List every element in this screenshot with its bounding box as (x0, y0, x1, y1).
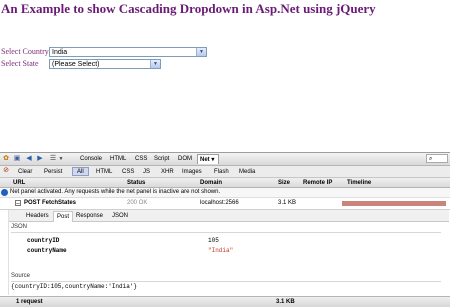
filter-persist[interactable]: Persist (44, 168, 62, 176)
source-title: Source (11, 273, 31, 279)
request-domain: localhost:2566 (200, 200, 239, 206)
request-detail: Headers Post Response JSON JSON countryI… (8, 210, 449, 295)
tab-response[interactable]: Response (73, 211, 106, 221)
request-size: 3.1 KB (278, 200, 297, 206)
column-timeline[interactable]: Timeline (347, 179, 371, 187)
menu-icon[interactable]: ☰ (49, 155, 57, 163)
tab-html[interactable]: HTML (110, 155, 126, 163)
tab-script[interactable]: Script (154, 155, 169, 163)
tab-post[interactable]: Post (53, 211, 74, 222)
filter-media[interactable]: Media (239, 168, 255, 176)
tab-net[interactable]: Net ▾ (197, 154, 219, 164)
request-row[interactable]: – POST FetchStates 200 OK localhost:2566… (0, 198, 450, 210)
column-size[interactable]: Size (278, 179, 290, 187)
source-text: {countryID:105,countryName:'India'} (11, 283, 138, 290)
column-url[interactable]: URL (13, 179, 25, 187)
detail-tabs: Headers Post Response JSON (9, 210, 449, 222)
json-value: 105 (208, 237, 219, 244)
country-label: Select Country (1, 47, 49, 56)
source-section: Source {countryID:105,countryName:'India… (9, 273, 449, 295)
clear-icon[interactable]: ⊘ (2, 167, 10, 175)
total-size: 3.1 KB (276, 299, 295, 305)
state-label: Select State (1, 59, 39, 68)
json-divider (11, 232, 441, 233)
chevron-down-icon: ▾ (211, 157, 215, 163)
net-column-header: URL Status Domain Size Remote IP Timelin… (0, 178, 450, 188)
firebug-toolbar: ✿ ▣ ◀ ▶ ☰ ▼ Console HTML CSS Script DOM … (0, 153, 450, 166)
forward-icon[interactable]: ▶ (36, 155, 44, 163)
tab-console[interactable]: Console (80, 155, 102, 163)
back-icon[interactable]: ◀ (25, 155, 33, 163)
json-key: countryName (27, 247, 67, 254)
column-remote-ip[interactable]: Remote IP (303, 179, 332, 187)
firebug-bug-icon[interactable]: ✿ (2, 155, 10, 163)
tab-dom[interactable]: DOM (178, 155, 192, 163)
filter-all[interactable]: All (72, 167, 89, 176)
column-status[interactable]: Status (127, 179, 145, 187)
filter-html[interactable]: HTML (96, 168, 112, 176)
state-select[interactable]: (Please Select) ▼ (49, 59, 161, 69)
collapse-icon[interactable]: – (15, 200, 21, 207)
net-notice-text: Net panel activated. Any requests while … (10, 189, 221, 195)
column-domain[interactable]: Domain (200, 179, 222, 187)
filter-flash[interactable]: Flash (214, 168, 229, 176)
info-icon (1, 189, 8, 196)
timeline-bar (342, 201, 446, 206)
chevron-down-icon: ▼ (150, 60, 160, 68)
country-select[interactable]: India ▼ (49, 47, 207, 57)
json-title: JSON (11, 224, 28, 230)
chevron-down-icon: ▼ (196, 48, 206, 56)
page-title: An Example to show Cascading Dropdown in… (1, 1, 376, 16)
net-footer: 1 request 3.1 KB (0, 296, 450, 307)
filter-xhr[interactable]: XHR (161, 168, 174, 176)
search-icon: ⌕ (429, 156, 433, 162)
json-section: JSON countryID 105 countryName "India" (9, 223, 449, 260)
filter-clear[interactable]: Clear (18, 168, 32, 176)
firebug-panel: ✿ ▣ ◀ ▶ ☰ ▼ Console HTML CSS Script DOM … (0, 152, 450, 307)
request-status: 200 OK (127, 200, 148, 206)
request-count: 1 request (16, 299, 43, 305)
net-filter-bar: ⊘ Clear Persist All HTML CSS JS XHR Imag… (0, 166, 450, 178)
net-notice: Net panel activated. Any requests while … (0, 188, 450, 198)
tab-headers[interactable]: Headers (23, 211, 52, 221)
search-input[interactable]: ⌕ (426, 154, 448, 163)
tab-css[interactable]: CSS (135, 155, 147, 163)
source-divider (11, 281, 441, 282)
tab-net-label: Net (200, 157, 210, 163)
filter-js[interactable]: JS (143, 168, 150, 176)
tab-json[interactable]: JSON (109, 211, 131, 221)
filter-css[interactable]: CSS (122, 168, 134, 176)
request-url[interactable]: POST FetchStates (24, 198, 76, 209)
json-value: "India" (208, 247, 234, 254)
country-select-value: India (52, 49, 68, 56)
json-key: countryID (27, 237, 60, 244)
menu-arrow-icon[interactable]: ▼ (58, 155, 64, 163)
filter-images[interactable]: Images (182, 168, 202, 176)
inspect-icon[interactable]: ▣ (13, 155, 21, 163)
state-select-value: (Please Select) (52, 61, 100, 68)
